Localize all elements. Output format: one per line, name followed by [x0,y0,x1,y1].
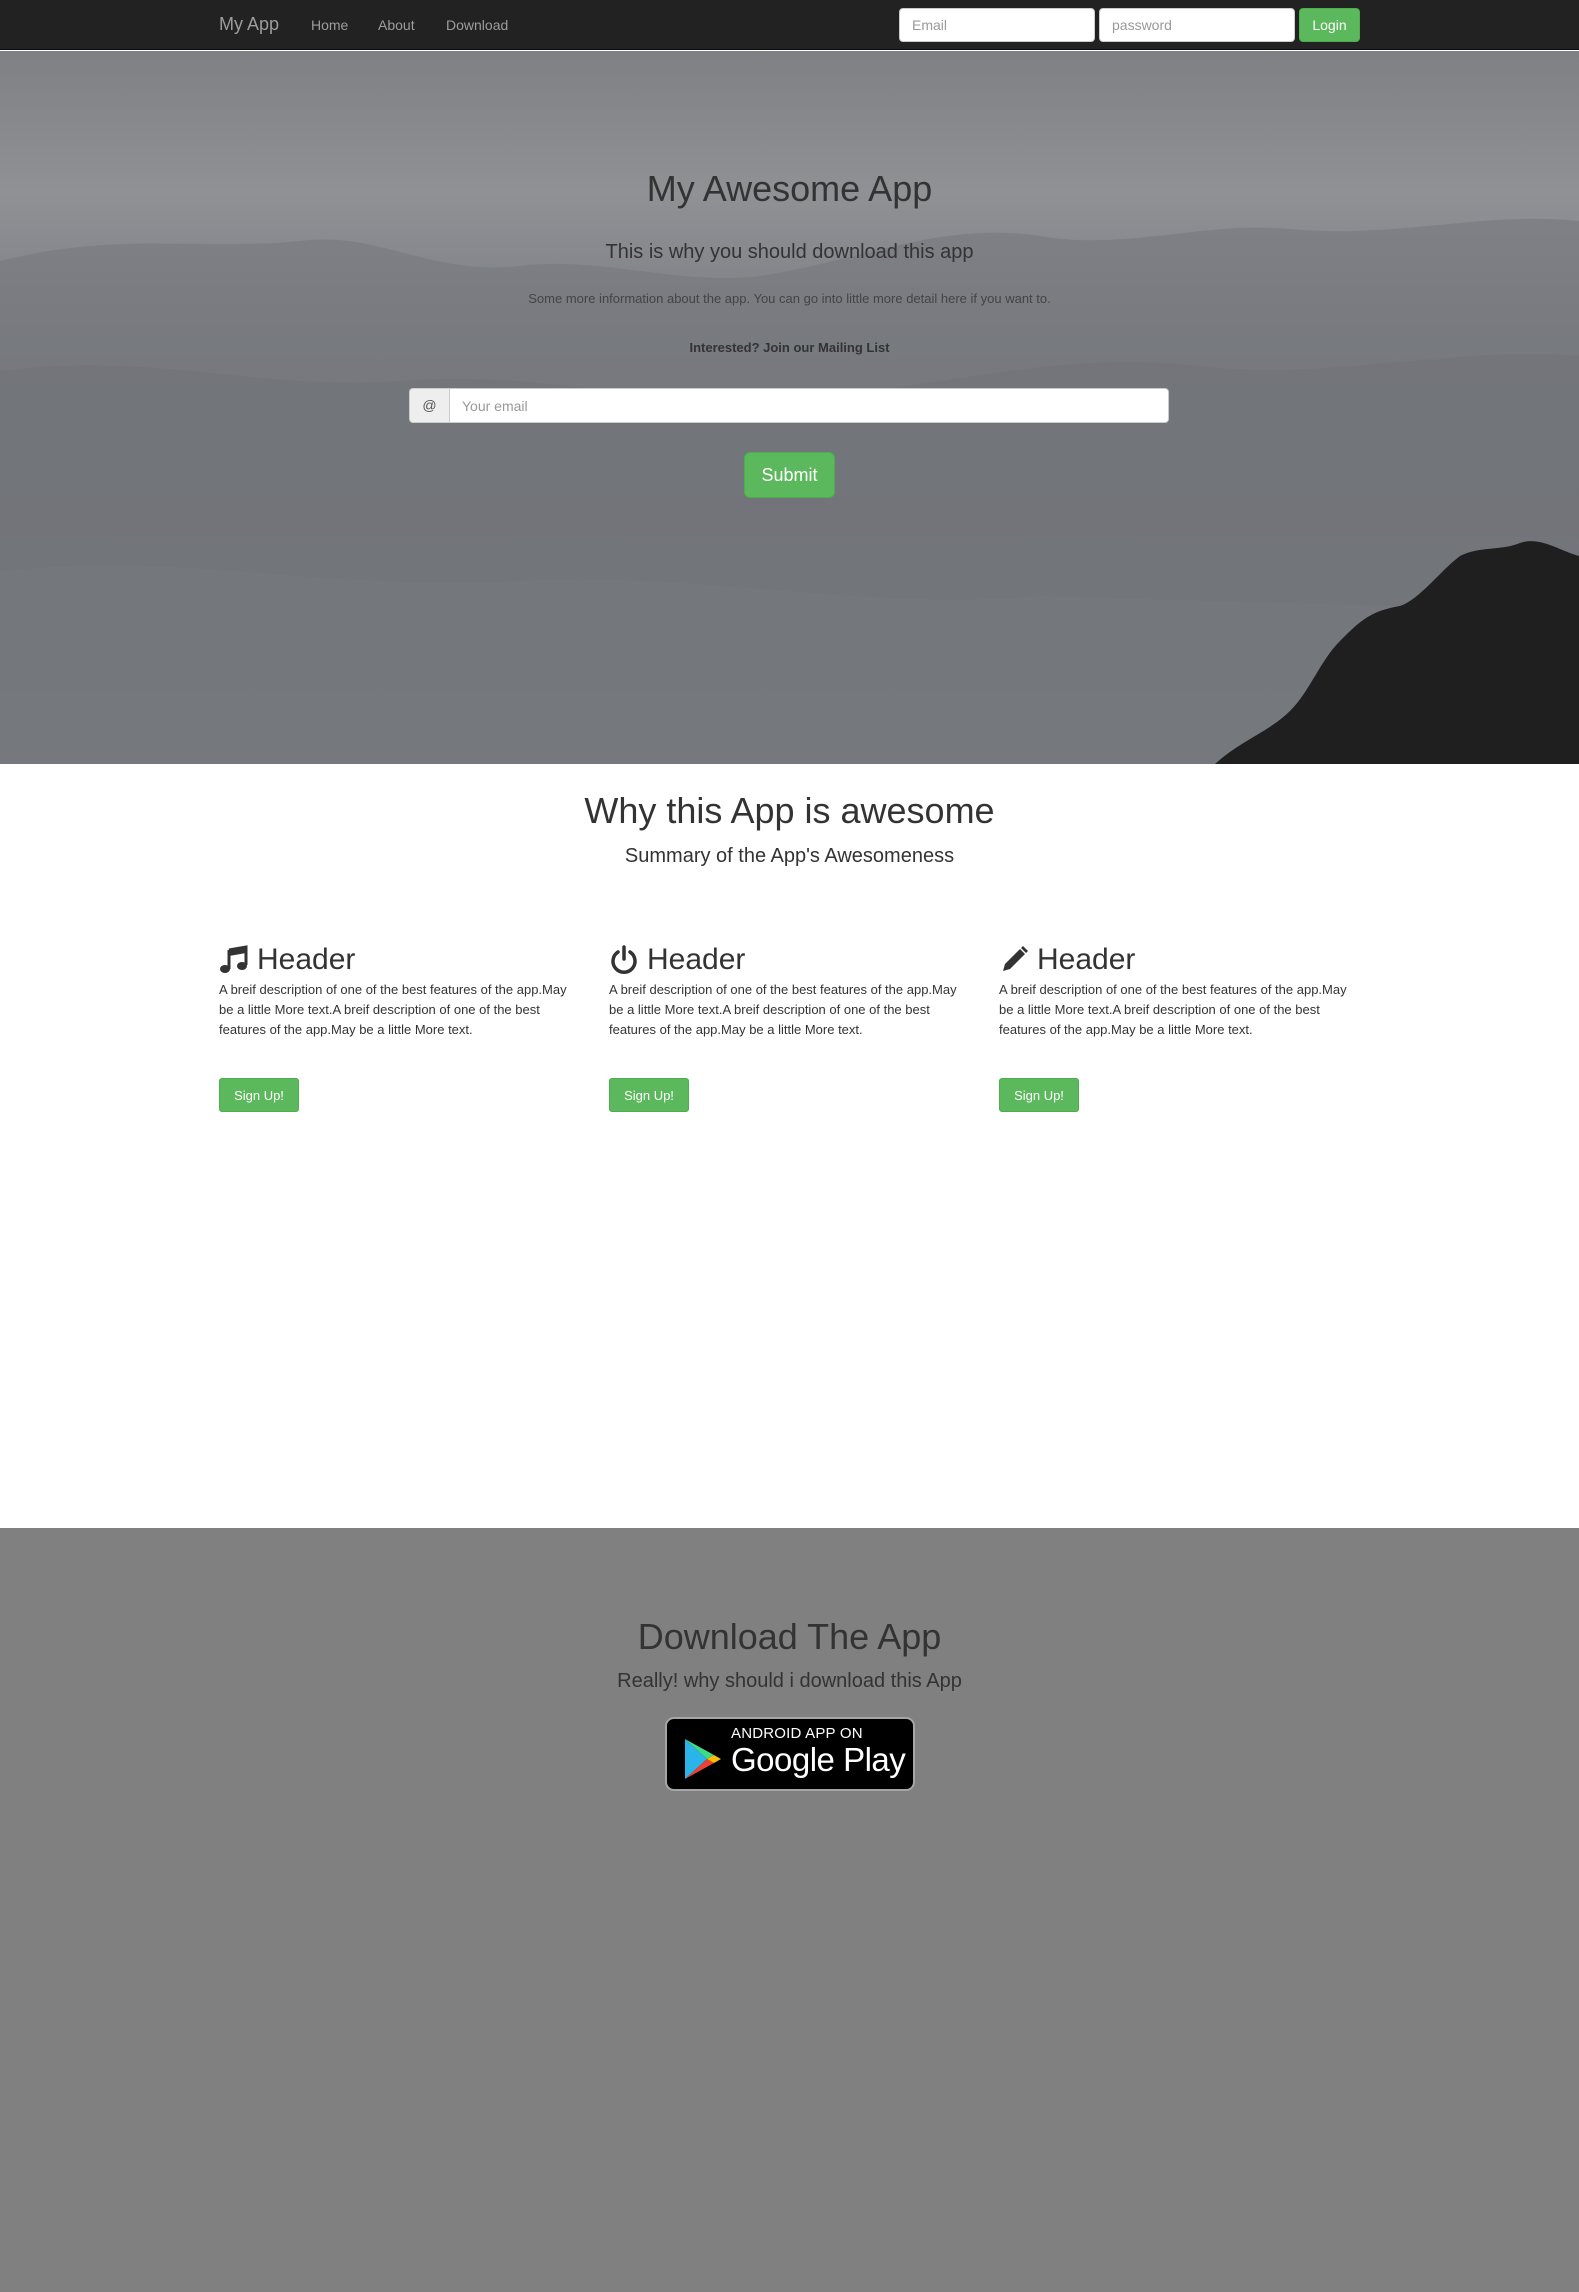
login-email-input[interactable] [899,8,1095,42]
sign-up-button[interactable]: Sign Up! [219,1078,299,1112]
feature-card: Header A breif description of one of the… [219,940,584,1112]
feature-description: A breif description of one of the best f… [609,982,957,1037]
hero-subtitle: This is why you should download this app [605,241,974,263]
navbar: My App Home About Download Login [0,0,1579,50]
google-play-badge-big-text: Google Play [731,1741,906,1778]
hero-description: Some more information about the app. You… [528,291,1051,306]
mailing-list-label: Interested? Join our Mailing List [689,340,890,355]
feature-card: Header A breif description of one of the… [609,940,974,1112]
google-play-badge-small-text: ANDROID APP ON [731,1725,863,1742]
feature-header: Header [647,943,746,976]
hero-title: My Awesome App [646,168,933,209]
nav-download-link[interactable]: Download [446,17,508,33]
mailing-list-input-group: @ [409,388,1169,423]
sign-up-button[interactable]: Sign Up! [609,1078,689,1112]
pencil-icon [1003,946,1028,971]
login-password-input[interactable] [1099,8,1295,42]
download-title: Download The App [637,1616,942,1657]
feature-description: A breif description of one of the best f… [999,982,1347,1037]
google-play-logo-icon [685,1739,721,1779]
download-subtitle: Really! why should i download this App [617,1670,962,1692]
nav-about-link[interactable]: About [378,17,415,33]
download-section: Download The App Really! why should i do… [0,1528,1579,2292]
submit-button[interactable]: Submit [744,452,835,498]
feature-header: Header [257,943,356,976]
at-sign-addon: @ [409,388,449,423]
feature-header: Header [1037,943,1136,976]
feature-description: A breif description of one of the best f… [219,982,567,1037]
feature-card: Header A breif description of one of the… [999,940,1364,1112]
power-icon [611,945,637,974]
google-play-badge[interactable]: ANDROID APP ON Google Play [665,1717,915,1791]
features-subtitle: Summary of the App's Awesomeness [624,845,955,867]
mailing-email-input[interactable] [449,388,1169,423]
music-icon [220,945,248,973]
hero-section: My Awesome App This is why you should do… [0,51,1579,764]
features-title: Why this App is awesome [584,790,995,831]
sign-up-button[interactable]: Sign Up! [999,1078,1079,1112]
nav-home-link[interactable]: Home [311,17,348,33]
login-button[interactable]: Login [1299,8,1360,42]
brand-link[interactable]: My App [219,14,279,35]
